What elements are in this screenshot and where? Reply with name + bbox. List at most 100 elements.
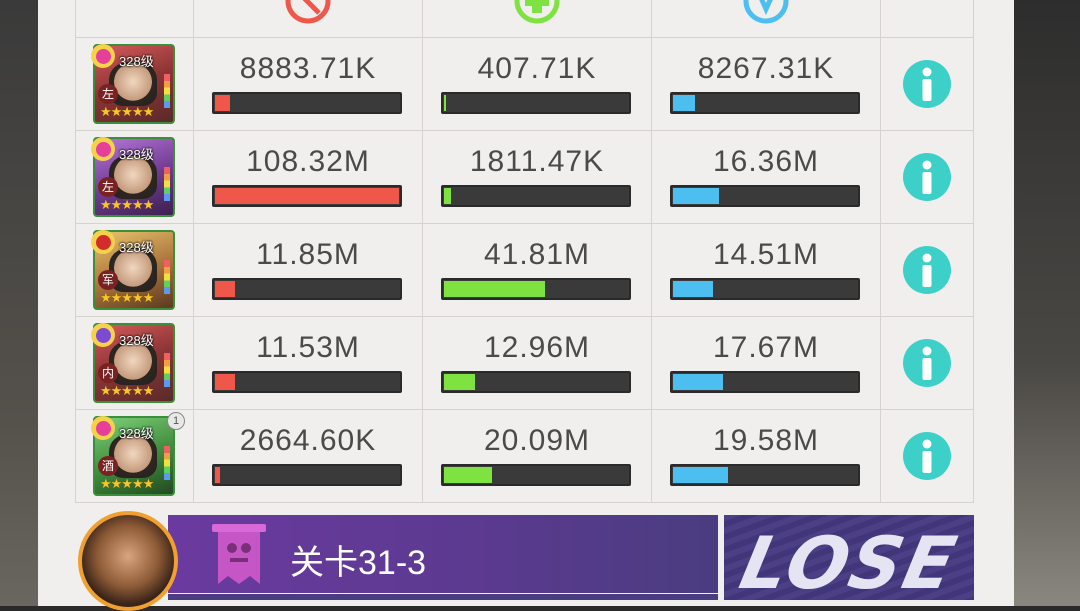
defense-cell: 17.67M	[651, 316, 881, 410]
hero-cell: 328级 酒 ★★★★★ 1	[75, 409, 194, 503]
hero-portrait[interactable]: 328级 左 ★★★★★	[91, 44, 175, 124]
info-button[interactable]	[903, 246, 951, 294]
defense-cell: 16.36M	[651, 130, 881, 224]
hero-portrait[interactable]: 328级 军 ★★★★★	[91, 230, 175, 310]
info-button[interactable]	[903, 339, 951, 387]
heal-bar-fill	[444, 95, 446, 111]
result-box: LOSE	[724, 515, 974, 600]
hero-level: 328级	[119, 426, 154, 441]
heart-icon	[91, 416, 115, 440]
damage-bar	[212, 464, 402, 486]
hero-row: 328级 左 ★★★★★ 108.32M 1811.47K 16.36M	[75, 130, 974, 224]
defense-bar-fill	[673, 374, 723, 390]
hero-faction-tag: 军	[98, 270, 118, 290]
hero-portrait[interactable]: 328级 内 ★★★★★	[91, 323, 175, 403]
star-rating: ★★★★★	[100, 290, 154, 305]
rank-bar	[164, 260, 170, 294]
heal-bar	[441, 92, 631, 114]
rank-bar	[164, 353, 170, 387]
info-icon	[922, 160, 932, 194]
info-cell	[880, 316, 974, 410]
header-damage-cell	[193, 0, 423, 38]
hero-faction-tag: 左	[98, 177, 118, 197]
damage-bar-fill	[215, 95, 231, 111]
info-button[interactable]	[903, 60, 951, 108]
heal-value: 12.96M	[483, 331, 591, 364]
info-icon	[922, 253, 932, 287]
heal-cell: 12.96M	[422, 316, 652, 410]
info-icon	[922, 67, 932, 101]
hero-level: 328级	[119, 54, 154, 69]
defense-bar-fill	[673, 188, 719, 204]
damage-bar	[212, 371, 402, 393]
background-right	[1012, 0, 1080, 606]
hero-row: 328级 左 ★★★★★ 8883.71K 407.71K 8267.31K	[75, 37, 974, 131]
info-button[interactable]	[903, 432, 951, 480]
heal-cell: 1811.47K	[422, 130, 652, 224]
defense-bar	[670, 278, 860, 300]
star-rating: ★★★★★	[100, 383, 154, 398]
star-rating: ★★★★★	[100, 476, 154, 491]
defense-bar	[670, 371, 860, 393]
defense-bar	[670, 464, 860, 486]
count-badge: 1	[167, 412, 185, 430]
boss-portrait	[78, 511, 178, 611]
hero-faction-tag: 酒	[98, 456, 118, 476]
defense-value: 17.67M	[712, 331, 820, 364]
star-rating: ★★★★★	[100, 104, 154, 119]
info-cell	[880, 37, 974, 131]
heal-value: 407.71K	[477, 52, 597, 85]
star-rating: ★★★★★	[100, 197, 154, 212]
info-cell	[880, 130, 974, 224]
defense-cell: 14.51M	[651, 223, 881, 317]
heart-icon	[91, 44, 115, 68]
defense-bar-fill	[673, 281, 714, 297]
defense-bar	[670, 185, 860, 207]
defense-value: 14.51M	[712, 238, 820, 271]
skull-icon	[91, 230, 115, 254]
defense-cell: 19.58M	[651, 409, 881, 503]
hero-portrait[interactable]: 328级 左 ★★★★★	[91, 137, 175, 217]
damage-cell: 8883.71K	[193, 37, 423, 131]
hero-level: 328级	[119, 147, 154, 162]
background-left	[0, 0, 40, 606]
result-text: LOSE	[733, 521, 965, 600]
heal-bar	[441, 371, 631, 393]
info-button[interactable]	[903, 153, 951, 201]
defense-bar-fill	[673, 95, 696, 111]
info-cell	[880, 409, 974, 503]
damage-value: 108.32M	[246, 145, 370, 178]
hero-row: 328级 军 ★★★★★ 11.85M 41.81M 14.51M	[75, 223, 974, 317]
hero-cell: 328级 内 ★★★★★	[75, 316, 194, 410]
info-cell	[880, 223, 974, 317]
hero-cell: 328级 左 ★★★★★	[75, 130, 194, 224]
heal-bar	[441, 278, 631, 300]
hero-level: 328级	[119, 333, 154, 348]
heal-cell: 407.71K	[422, 37, 652, 131]
hero-row: 328级 内 ★★★★★ 11.53M 12.96M 17.67M	[75, 316, 974, 410]
info-icon	[922, 439, 932, 473]
damage-cell: 11.85M	[193, 223, 423, 317]
damage-icon	[285, 0, 331, 24]
damage-bar-fill	[215, 374, 236, 390]
heal-bar-fill	[444, 188, 452, 204]
defense-cell: 8267.31K	[651, 37, 881, 131]
stage-banner-underline	[168, 594, 718, 600]
damage-value: 8883.71K	[239, 52, 377, 85]
rank-bar	[164, 167, 170, 201]
damage-value: 11.53M	[256, 331, 360, 364]
hero-cell: 328级 左 ★★★★★	[75, 37, 194, 131]
heal-icon	[514, 0, 560, 24]
flag-icon	[206, 522, 272, 588]
defense-value: 16.36M	[712, 145, 820, 178]
hero-row: 328级 酒 ★★★★★ 1 2664.60K 20.09M 19.58M	[75, 409, 974, 503]
damage-bar-fill	[215, 281, 236, 297]
defense-bar	[670, 92, 860, 114]
hero-level: 328级	[119, 240, 154, 255]
heal-bar	[441, 185, 631, 207]
hero-portrait[interactable]: 328级 酒 ★★★★★ 1	[91, 412, 185, 496]
hero-cell: 328级 军 ★★★★★	[75, 223, 194, 317]
heal-bar-fill	[444, 374, 476, 390]
header-info-cell	[880, 0, 974, 38]
damage-value: 11.85M	[256, 238, 360, 271]
